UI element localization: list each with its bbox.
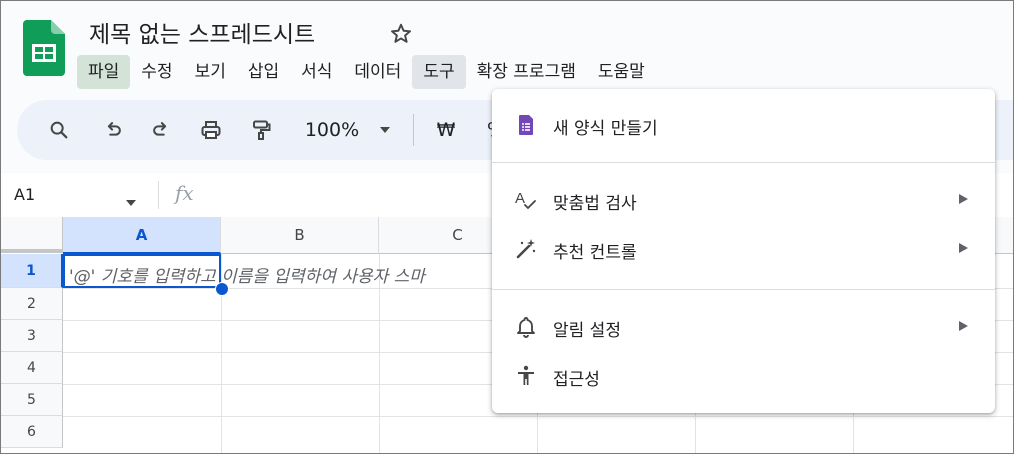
menu-divider xyxy=(492,162,995,163)
menu-item-label: 알림 설정 xyxy=(553,321,621,341)
accessibility-icon xyxy=(514,364,538,388)
row-header[interactable]: 4 xyxy=(1,352,63,384)
fill-handle[interactable] xyxy=(215,282,229,296)
star-icon[interactable] xyxy=(388,21,414,47)
menu-item-create-form[interactable]: 새 양식 만들기 xyxy=(492,102,995,148)
menu-insert[interactable]: 삽입 xyxy=(237,55,290,89)
menu-item-accessibility[interactable]: 접근성 xyxy=(492,353,995,399)
menu-data[interactable]: 데이터 xyxy=(343,55,412,89)
name-box-dropdown-icon[interactable] xyxy=(125,192,137,211)
menu-format[interactable]: 서식 xyxy=(290,55,343,89)
select-all-corner[interactable] xyxy=(1,217,63,253)
submenu-arrow-icon xyxy=(959,194,968,204)
print-icon[interactable] xyxy=(193,100,229,160)
column-header[interactable]: A xyxy=(63,217,221,254)
menu-divider xyxy=(492,289,995,290)
zoom-select[interactable]: 100% xyxy=(299,100,365,160)
menu-item-label: 추천 컨트롤 xyxy=(553,243,637,263)
row-header[interactable]: 3 xyxy=(1,320,63,352)
row-header[interactable]: 2 xyxy=(1,288,63,320)
search-icon[interactable] xyxy=(41,100,77,160)
chevron-down-icon[interactable] xyxy=(375,100,395,160)
svg-text:A: A xyxy=(515,190,525,207)
menu-item-spellcheck[interactable]: A 맞춤법 검사 xyxy=(492,177,995,223)
menu-item-smart-chips[interactable]: 추천 컨트롤 xyxy=(492,226,995,272)
column-header[interactable]: B xyxy=(221,217,379,254)
menu-extensions[interactable]: 확장 프로그램 xyxy=(466,55,587,89)
formula-bar-divider xyxy=(158,181,159,209)
menu-view[interactable]: 보기 xyxy=(184,55,237,89)
name-box[interactable]: A1 xyxy=(14,185,35,204)
grid-line xyxy=(63,416,1013,417)
tools-menu-dropdown: 새 양식 만들기 A 맞춤법 검사 추천 컨트롤 알림 설정 접근성 xyxy=(492,89,995,413)
undo-icon[interactable] xyxy=(95,100,131,160)
sheets-logo[interactable] xyxy=(23,20,65,76)
bell-icon xyxy=(514,315,538,339)
menu-item-label: 맞춤법 검사 xyxy=(553,194,637,214)
menu-tools[interactable]: 도구 xyxy=(412,55,466,89)
submenu-arrow-icon xyxy=(959,321,968,331)
menu-item-notification-settings[interactable]: 알림 설정 xyxy=(492,304,995,350)
currency-format-button[interactable]: ₩ xyxy=(431,100,461,160)
redo-icon[interactable] xyxy=(143,100,179,160)
spellcheck-icon: A xyxy=(514,188,538,212)
menu-item-label: 접근성 xyxy=(553,370,600,390)
row-header[interactable]: 6 xyxy=(1,416,63,448)
submenu-arrow-icon xyxy=(959,243,968,253)
menu-file[interactable]: 파일 xyxy=(77,55,131,89)
menu-bar: 파일 수정 보기 삽입 서식 데이터 도구 확장 프로그램 도움말 xyxy=(77,55,656,89)
menu-help[interactable]: 도움말 xyxy=(587,55,656,89)
menu-edit[interactable]: 수정 xyxy=(130,55,183,89)
fx-icon: fx xyxy=(175,181,194,205)
row-header[interactable]: 1 xyxy=(1,254,63,288)
magic-wand-icon xyxy=(514,237,538,261)
app-window: 제목 없는 스프레드시트 파일 수정 보기 삽입 서식 데이터 도구 확장 프로… xyxy=(0,0,1014,454)
selected-cell-a1[interactable] xyxy=(63,254,221,288)
forms-icon xyxy=(514,113,538,137)
toolbar-divider xyxy=(413,114,414,146)
row-header[interactable]: 5 xyxy=(1,384,63,416)
paint-format-icon[interactable] xyxy=(243,100,279,160)
menu-item-label: 새 양식 만들기 xyxy=(553,119,658,139)
document-title[interactable]: 제목 없는 스프레드시트 xyxy=(89,15,315,49)
